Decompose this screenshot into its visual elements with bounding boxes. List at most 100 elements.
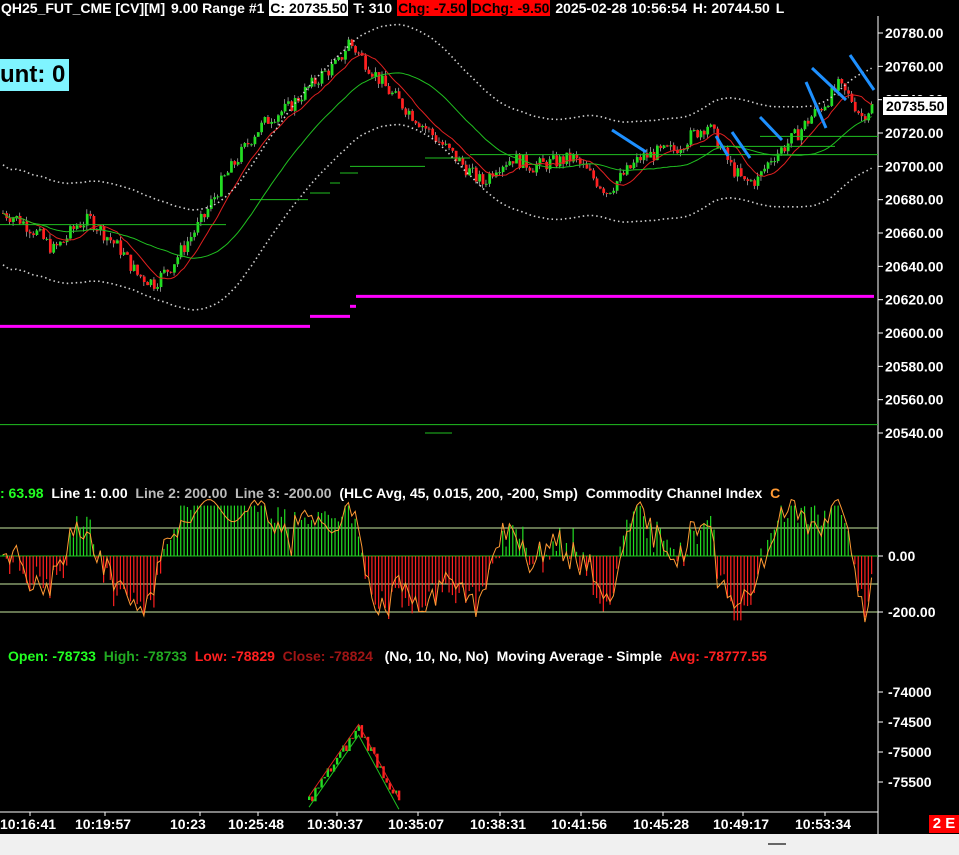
time-label: 10:38:31 [470, 816, 526, 832]
ma-candle [317, 787, 320, 789]
candle-body [800, 129, 803, 141]
candle-body [397, 91, 401, 99]
candle-body [508, 161, 512, 166]
candle-body [209, 199, 213, 209]
candle-body [317, 83, 321, 85]
ma-panel[interactable]: -74000 -74500 -75000 -75500 [308, 684, 932, 810]
candle-body [189, 236, 193, 242]
candle-body [474, 167, 478, 182]
ma-axis-label: -75000 [888, 744, 932, 760]
candle-body [273, 121, 277, 123]
candle-body [766, 162, 770, 169]
candle-body [72, 226, 76, 229]
ma-candle [351, 737, 354, 739]
candle-body [116, 240, 119, 244]
lower-band [2, 123, 872, 311]
candle-body [763, 168, 767, 172]
candle-body [95, 230, 99, 232]
daily-change-value: DChg: -9.50 [470, 0, 551, 16]
candle-body [505, 165, 508, 167]
price-label: 20780.00 [885, 25, 944, 41]
candle-body [62, 241, 66, 243]
candle-body [870, 103, 874, 114]
resize-grip-icon[interactable] [768, 843, 786, 845]
count-label: unt: 0 [0, 59, 70, 91]
candle-body [780, 147, 783, 154]
candle-body [203, 213, 206, 218]
candle-body [659, 145, 663, 149]
candle-body [729, 159, 733, 163]
ma-candle [397, 790, 401, 801]
low-value: L [775, 0, 785, 16]
candle-body [417, 123, 421, 128]
candle-body [32, 233, 35, 235]
candle-body [28, 231, 32, 234]
candle-body [300, 99, 304, 102]
candle-body [404, 108, 408, 115]
candle-body [280, 111, 284, 116]
candle-body [206, 208, 210, 218]
upper-band [2, 23, 872, 211]
candle-body [364, 55, 367, 70]
candle-body [186, 241, 190, 253]
time-label: 10:30:37 [307, 816, 363, 832]
price-label: 20540.00 [885, 425, 944, 441]
candle-body [770, 161, 773, 163]
candle-body [662, 145, 666, 149]
candle-body [59, 241, 62, 246]
candle-body [588, 168, 592, 171]
cci-line2: Line 2: 200.00 [135, 485, 228, 501]
ma-axis-label: -74500 [888, 714, 932, 730]
candle-body [615, 181, 619, 191]
ma-candle [385, 778, 388, 783]
candle-body [619, 172, 622, 182]
candle-body [746, 179, 750, 181]
time-label: 10:53:34 [795, 816, 851, 832]
candle-body [216, 196, 220, 198]
candle-body [213, 197, 217, 200]
ma-avg: Avg: -78777.55 [669, 648, 767, 664]
price-panel[interactable] [0, 23, 878, 434]
candle-body [109, 237, 113, 241]
candle-body [528, 167, 532, 171]
candle-body [240, 146, 243, 163]
candle-body [42, 229, 45, 239]
candle-body [367, 69, 371, 74]
ticks-value: T: 310 [353, 0, 393, 16]
candle-body [749, 180, 753, 182]
candle-body [69, 226, 72, 239]
candle-body [837, 79, 840, 91]
cci-panel[interactable]: 0.00 -200.00 [0, 498, 936, 623]
candle-body [743, 176, 746, 180]
cci-params: (HLC Avg, 45, 0.015, 200, -200, Smp) [339, 485, 578, 501]
candle-body [629, 165, 632, 169]
candle-body [156, 287, 160, 289]
candle-body [773, 161, 777, 163]
candle-body [176, 257, 180, 265]
corner-badge[interactable]: 2 E [929, 815, 959, 833]
candle-body [790, 133, 793, 144]
candle-body [498, 172, 502, 174]
candle-body [689, 130, 693, 145]
chart-header: QH25_FUT_CME [CV][M] 9.00 Range #1 C: 20… [0, 0, 959, 16]
candle-body [461, 157, 465, 165]
candle-body [12, 218, 15, 222]
cci-axis-label: 0.00 [888, 548, 915, 564]
candle-body [196, 222, 200, 233]
chart-canvas[interactable]: 20780.0020760.0020740.0020720.0020700.00… [0, 0, 959, 855]
last-price-tag: 20735.50 [882, 96, 949, 116]
candle-body [595, 178, 599, 187]
candle-body [199, 213, 203, 223]
candle-body [645, 153, 649, 158]
candle-body [82, 225, 86, 228]
candle-body [380, 75, 384, 84]
candle-body [401, 98, 404, 109]
candle-body [370, 73, 374, 77]
candle-body [622, 172, 626, 175]
ma-low: Low: -78829 [194, 648, 275, 664]
candle-body [105, 237, 109, 241]
trendline [810, 66, 848, 102]
trendline [848, 54, 876, 91]
candle-body [307, 86, 310, 88]
candle-body [511, 161, 515, 164]
